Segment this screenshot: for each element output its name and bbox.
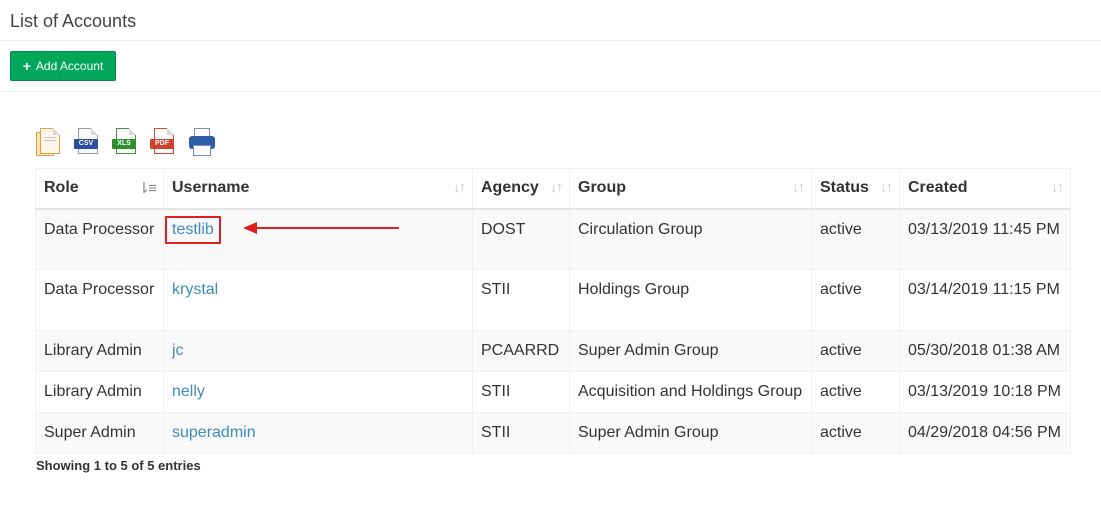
sort-icon: ↓↑ [550, 179, 563, 196]
cell-username: testlib [163, 208, 473, 270]
sort-icon: ↓↑ [880, 179, 893, 196]
cell-status: active [811, 269, 900, 331]
header-divider [0, 40, 1101, 41]
sort-icon: ↓↑ [792, 179, 805, 196]
copy-icon[interactable] [35, 126, 65, 158]
table-info: Showing 1 to 5 of 5 entries [36, 458, 201, 473]
toolbar-divider [0, 91, 1101, 92]
cell-group: Super Admin Group [569, 412, 812, 454]
cell-created: 03/14/2019 11:15 PM [899, 269, 1071, 331]
annotation-arrow [243, 222, 401, 234]
csv-tag: CSV [74, 139, 98, 149]
table-row: Library Admin jc PCAARRD Super Admin Gro… [35, 330, 1071, 372]
cell-role: Super Admin [35, 412, 164, 454]
cell-group: Super Admin Group [569, 330, 812, 372]
add-account-button[interactable]: + Add Account [10, 51, 116, 81]
xls-tag: XLS [112, 139, 136, 149]
cell-username: nelly [163, 371, 473, 413]
table-row: Library Admin nelly STII Acquisition and… [35, 371, 1071, 413]
cell-status: active [811, 208, 900, 270]
cell-status: active [811, 371, 900, 413]
sort-icon: ↓↑ [1051, 179, 1064, 196]
accounts-table: Role ⇂≡ Username ↓↑ Agency ↓↑ Group ↓↑ Statu… [35, 168, 1071, 454]
column-header-group[interactable]: Group ↓↑ [569, 168, 812, 210]
cell-agency: DOST [472, 208, 570, 270]
cell-username: superadmin [163, 412, 473, 454]
sort-icon: ↓↑ [453, 179, 466, 196]
cell-group: Circulation Group [569, 208, 812, 270]
username-link[interactable]: krystal [172, 281, 218, 298]
cell-agency: PCAARRD [472, 330, 570, 372]
xls-icon[interactable]: XLS [111, 126, 141, 158]
table-header-row: Role ⇂≡ Username ↓↑ Agency ↓↑ Group ↓↑ Statu… [35, 168, 1071, 210]
cell-role: Library Admin [35, 330, 164, 372]
print-icon[interactable] [187, 126, 217, 158]
column-header-username[interactable]: Username ↓↑ [163, 168, 473, 210]
cell-group: Holdings Group [569, 269, 812, 331]
plus-icon: + [22, 58, 31, 74]
cell-group: Acquisition and Holdings Group [569, 371, 812, 413]
pdf-tag: PDF [150, 139, 174, 149]
cell-role: Data Processor [35, 269, 164, 331]
cell-created: 03/13/2019 11:45 PM [899, 208, 1071, 270]
cell-username: jc [163, 330, 473, 372]
cell-status: active [811, 412, 900, 454]
table-row: Data Processor krystal STII Holdings Gro… [35, 269, 1071, 331]
column-header-role[interactable]: Role ⇂≡ [35, 168, 164, 210]
table-row: Data Processor testlib DOST Circulation … [35, 208, 1071, 270]
cell-agency: STII [472, 371, 570, 413]
cell-agency: STII [472, 412, 570, 454]
cell-username: krystal [163, 269, 473, 331]
column-header-created[interactable]: Created ↓↑ [899, 168, 1071, 210]
cell-created: 05/30/2018 01:38 AM [899, 330, 1071, 372]
sort-asc-icon: ⇂≡ [137, 180, 157, 197]
accounts-table-wrapper: Role ⇂≡ Username ↓↑ Agency ↓↑ Group ↓↑ Statu… [35, 168, 1071, 454]
cell-created: 04/29/2018 04:56 PM [899, 412, 1071, 454]
column-header-agency[interactable]: Agency ↓↑ [472, 168, 570, 210]
cell-agency: STII [472, 269, 570, 331]
cell-created: 03/13/2019 10:18 PM [899, 371, 1071, 413]
username-link[interactable]: nelly [172, 383, 205, 400]
add-account-label: Add Account [35, 59, 104, 73]
cell-status: active [811, 330, 900, 372]
cell-role: Data Processor [35, 208, 164, 270]
username-link[interactable]: superadmin [172, 424, 256, 441]
cell-role: Library Admin [35, 371, 164, 413]
page-title: List of Accounts [10, 11, 137, 31]
username-link[interactable]: testlib [165, 215, 221, 244]
table-row: Super Admin superadmin STII Super Admin … [35, 412, 1071, 454]
pdf-icon[interactable]: PDF [149, 126, 179, 158]
column-header-status[interactable]: Status ↓↑ [811, 168, 900, 210]
username-link[interactable]: jc [172, 342, 184, 359]
csv-icon[interactable]: CSV [73, 126, 103, 158]
